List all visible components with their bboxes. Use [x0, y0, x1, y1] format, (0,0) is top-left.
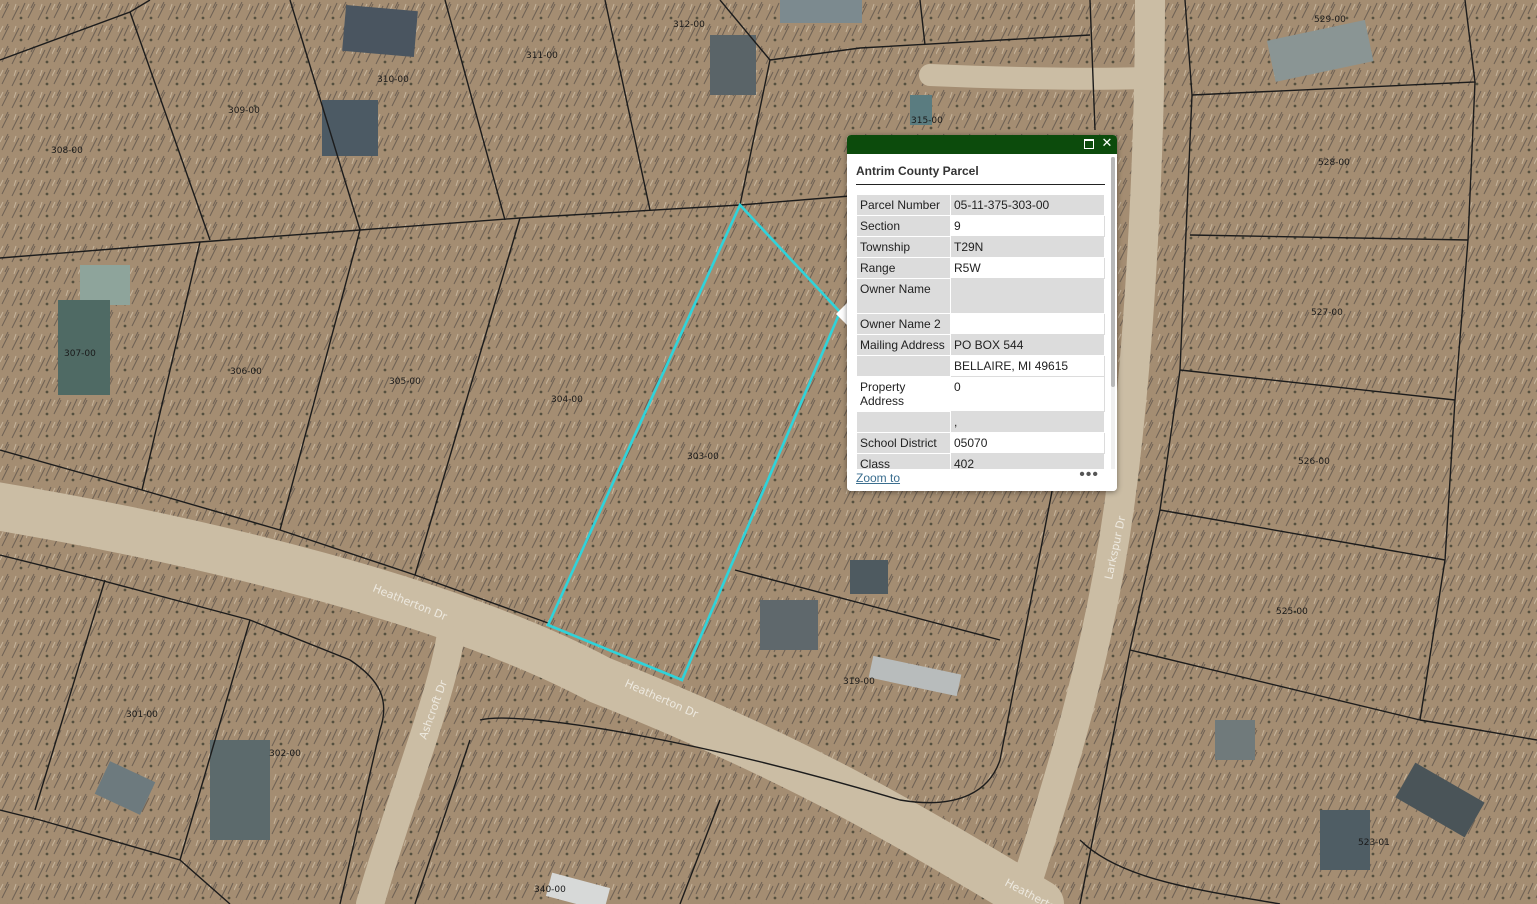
parcel-label: 526-00	[1298, 457, 1330, 467]
parcel-label: 307-00	[64, 349, 96, 359]
attribute-key: Section	[856, 215, 951, 237]
popup-title: Antrim County Parcel	[856, 154, 1105, 185]
building	[80, 265, 130, 305]
parcel-label: 304-00	[551, 395, 583, 405]
parcel-label: 340-00	[534, 885, 566, 895]
table-row: Range R5W	[856, 257, 1105, 279]
attribute-value: 05070	[950, 432, 1105, 454]
popup-titlebar: ✕	[847, 135, 1117, 154]
table-row: Property Address 0	[856, 376, 1105, 412]
more-icon[interactable]: •••	[1079, 466, 1099, 484]
attribute-key: Mailing Address	[856, 334, 951, 356]
attribute-value: R5W	[950, 257, 1105, 279]
parcel-label: 528-00	[1318, 158, 1350, 168]
building	[760, 600, 818, 650]
attribute-value: 05-11-375-303-00	[950, 194, 1105, 216]
attribute-value: 0	[950, 376, 1105, 412]
parcel-label: 309-00	[228, 106, 260, 116]
attribute-value	[950, 278, 1105, 314]
maximize-icon[interactable]	[1082, 137, 1096, 151]
table-row: BELLAIRE, MI 49615	[856, 355, 1105, 377]
attribute-table: Parcel Number 05-11-375-303-00 Section 9 T…	[856, 194, 1105, 470]
parcel-label: 306-00	[230, 367, 262, 377]
parcel-label: 525-00	[1276, 607, 1308, 617]
building	[342, 4, 418, 58]
parcel-label: 529-00	[1314, 15, 1346, 25]
parcel-label: 305-00	[389, 377, 421, 387]
parcel-label: 527-00	[1311, 308, 1343, 318]
attribute-value: ,	[950, 411, 1105, 433]
building	[710, 35, 756, 95]
building	[1215, 720, 1255, 760]
parcel-label: 315-00	[911, 116, 943, 126]
parcel-label: 523-01	[1358, 838, 1390, 848]
aerial-parcel-map[interactable]: 312-00 311-00 310-00 309-00 308-00 315-0…	[0, 0, 1537, 904]
table-row: Owner Name 2	[856, 313, 1105, 335]
attribute-value	[950, 313, 1105, 335]
parcel-label: 312-00	[673, 20, 705, 30]
close-icon[interactable]: ✕	[1100, 137, 1114, 151]
attribute-value: PO BOX 544	[950, 334, 1105, 356]
parcel-label: 310-00	[377, 75, 409, 85]
popup-scrollbar[interactable]	[1111, 157, 1115, 473]
attribute-key: Owner Name 2	[856, 313, 951, 335]
attribute-key: School District	[856, 432, 951, 454]
parcel-label: 308-00	[51, 146, 83, 156]
building	[850, 560, 888, 594]
zoom-to-link[interactable]: Zoom to	[856, 471, 900, 485]
attribute-value: BELLAIRE, MI 49615	[950, 355, 1105, 377]
popup-pointer	[836, 303, 847, 325]
parcel-label: 301-00	[126, 710, 158, 720]
attribute-key	[856, 355, 951, 377]
attribute-key: Class	[856, 453, 951, 470]
attribute-key	[856, 411, 951, 433]
table-row: Mailing Address PO BOX 544	[856, 334, 1105, 356]
parcel-label: 302-00	[269, 749, 301, 759]
parcel-label: 303-00	[687, 452, 719, 462]
attribute-key: Range	[856, 257, 951, 279]
building	[210, 740, 270, 840]
table-row: Township T29N	[856, 236, 1105, 258]
building	[780, 0, 862, 23]
attribute-key: Property Address	[856, 376, 951, 412]
attribute-key: Parcel Number	[856, 194, 951, 216]
table-row: Section 9	[856, 215, 1105, 237]
table-row: School District 05070	[856, 432, 1105, 454]
attribute-value: T29N	[950, 236, 1105, 258]
building	[322, 100, 378, 156]
parcel-label: 319-00	[843, 677, 875, 687]
popup-actions: Zoom to •••	[847, 466, 1117, 491]
popup-content[interactable]: Antrim County Parcel Parcel Number 05-11-…	[856, 154, 1105, 470]
table-row: Class 402	[856, 453, 1105, 470]
attribute-key: Township	[856, 236, 951, 258]
table-row: Parcel Number 05-11-375-303-00	[856, 194, 1105, 216]
parcel-label: 311-00	[526, 51, 558, 61]
scrollbar-thumb[interactable]	[1111, 157, 1115, 387]
parcel-popup: ✕ Antrim County Parcel Parcel Number 05-1…	[847, 135, 1117, 491]
attribute-key: Owner Name	[856, 278, 951, 314]
table-row: Owner Name	[856, 278, 1105, 314]
road-top	[919, 64, 1161, 90]
attribute-value: 9	[950, 215, 1105, 237]
building	[58, 300, 110, 395]
table-row: ,	[856, 411, 1105, 433]
